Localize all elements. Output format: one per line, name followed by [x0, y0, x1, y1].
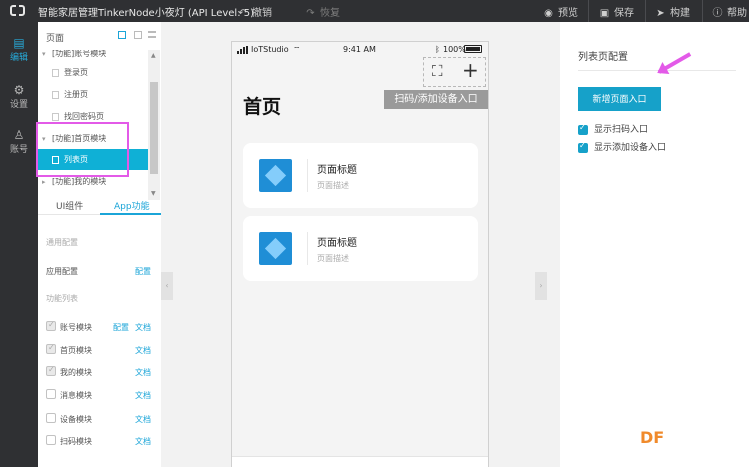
- undo-button[interactable]: ↶ 撤销: [237, 4, 272, 19]
- page-icon: [52, 68, 59, 77]
- features-heading: 功能列表: [46, 294, 78, 303]
- toolbar-divider: [645, 0, 646, 22]
- feature-docs-link[interactable]: 文档: [135, 436, 151, 447]
- add-page-entry-button[interactable]: 新增页面入口: [578, 87, 661, 111]
- feature-checkbox[interactable]: [46, 320, 56, 331]
- card-image-icon: [259, 159, 292, 192]
- selection-highlight: [36, 122, 129, 177]
- app-config-link[interactable]: 配置: [135, 266, 151, 277]
- wifi-icon: ⌔: [293, 45, 301, 54]
- show-add-device-checkbox[interactable]: [578, 141, 588, 153]
- collapse-right-button[interactable]: ›: [535, 272, 547, 300]
- phone-tab-bar: [232, 456, 488, 467]
- signal-icon: [237, 45, 249, 54]
- tab-app-functions[interactable]: App功能: [114, 199, 150, 212]
- redo-button[interactable]: ↷ 恢复: [305, 4, 340, 19]
- card-title: 页面标题: [317, 238, 357, 249]
- tab-ui-components[interactable]: UI组件: [56, 199, 83, 212]
- pages-panel-header: 页面: [38, 22, 161, 50]
- preview-button[interactable]: ◉ 预览: [543, 4, 578, 19]
- help-icon: ⓘ: [712, 8, 723, 19]
- card-image-icon: [259, 232, 292, 265]
- bluetooth-icon: ᛒ: [435, 45, 440, 54]
- tree-item-register[interactable]: 注册页: [38, 84, 148, 105]
- grid-view-icon[interactable]: [118, 31, 126, 39]
- phone-preview: IoTStudio ⌔ 9:41 AM ᛒ 100% ⛶ + 扫码/添加设备入口…: [231, 41, 489, 467]
- pages-panel: 页面 ▾ [功能]账号模块 登录页 注册页 找回密码页 ▾ [功能]首页模块 列表页…: [38, 22, 161, 467]
- clock-label: 9:41 AM: [343, 45, 376, 54]
- panel-tabs: UI组件 App功能: [38, 193, 161, 215]
- card-desc: 页面描述: [317, 254, 349, 263]
- feature-docs-link[interactable]: 文档: [135, 390, 151, 401]
- edit-icon: ▤: [13, 36, 25, 50]
- tree-item-login[interactable]: 登录页: [38, 62, 148, 83]
- list-page-config-panel: 列表页配置 新增页面入口 显示扫码入口 显示添加设备入口: [560, 22, 749, 467]
- feature-checkbox[interactable]: [46, 365, 56, 376]
- add-device-icon[interactable]: +: [462, 58, 479, 82]
- feature-docs-link[interactable]: 文档: [135, 345, 151, 356]
- scan-add-hint: 扫码/添加设备入口: [384, 90, 488, 109]
- save-button[interactable]: ▣ 保存: [599, 4, 634, 19]
- app-logo-icon: [10, 4, 25, 17]
- app-config-row: 应用配置 配置: [46, 266, 154, 277]
- feature-checkbox[interactable]: [46, 343, 56, 354]
- settings-icon: ⚙: [13, 83, 25, 97]
- pages-panel-title: 页面: [46, 34, 65, 44]
- account-icon: ♙: [13, 128, 25, 142]
- page-icon: [52, 112, 59, 121]
- help-button[interactable]: ⓘ 帮助: [712, 4, 748, 19]
- undo-icon: ↶: [238, 8, 247, 19]
- scroll-up-icon[interactable]: ▲: [151, 52, 156, 59]
- watermark-logo: DF: [640, 428, 665, 447]
- toolbar-divider: [588, 0, 589, 22]
- toolbar-divider: [702, 0, 703, 22]
- phone-status-bar: IoTStudio ⌔ 9:41 AM ᛒ 100%: [232, 42, 488, 58]
- feature-checkbox[interactable]: [46, 389, 56, 399]
- scrollbar-thumb[interactable]: [150, 82, 158, 174]
- collapse-left-button[interactable]: ‹: [161, 272, 173, 300]
- scan-icon[interactable]: ⛶: [432, 62, 443, 80]
- eye-icon: ◉: [544, 8, 553, 19]
- list-view-icon[interactable]: [148, 31, 156, 38]
- config-panel-title: 列表页配置: [578, 52, 628, 63]
- feature-config-link[interactable]: 配置: [113, 322, 129, 333]
- build-button[interactable]: ➤ 构建: [655, 4, 690, 19]
- list-card[interactable]: 页面标题 页面描述: [243, 143, 478, 208]
- tile-view-icon[interactable]: [134, 31, 142, 39]
- active-tab-indicator: [100, 213, 161, 215]
- page-title: 首页: [243, 96, 282, 118]
- feature-checkbox[interactable]: [46, 435, 56, 445]
- feature-docs-link[interactable]: 文档: [135, 414, 151, 425]
- app-title: 智能家居管理TinkerNode小夜灯 (API Level: 5): [38, 8, 255, 19]
- show-add-device-entry-option[interactable]: 显示添加设备入口: [578, 140, 666, 153]
- pages-scrollbar[interactable]: ▲ ▼: [148, 50, 160, 200]
- rail-item-edit[interactable]: ▤ 编辑: [0, 36, 38, 63]
- save-icon: ▣: [599, 8, 610, 19]
- app-config-label: 应用配置: [46, 267, 78, 276]
- page-icon: [52, 90, 59, 99]
- feature-docs-link[interactable]: 文档: [135, 322, 151, 333]
- show-scan-entry-option[interactable]: 显示扫码入口: [578, 122, 648, 135]
- redo-icon: ↷: [306, 8, 315, 19]
- card-desc: 页面描述: [317, 181, 349, 190]
- list-card[interactable]: 页面标题 页面描述: [243, 216, 478, 281]
- top-toolbar: 智能家居管理TinkerNode小夜灯 (API Level: 5) ↶ 撤销 ↷…: [0, 0, 749, 22]
- show-scan-entry-checkbox[interactable]: [578, 123, 588, 135]
- feature-docs-link[interactable]: 文档: [135, 367, 151, 378]
- feature-checkbox[interactable]: [46, 413, 56, 423]
- carrier-label: IoTStudio: [251, 45, 289, 54]
- rail-item-account[interactable]: ♙ 账号: [0, 128, 38, 155]
- card-divider: [307, 232, 308, 265]
- card-divider: [307, 159, 308, 192]
- battery-icon: [464, 45, 482, 53]
- card-title: 页面标题: [317, 165, 357, 176]
- send-icon: ➤: [656, 8, 665, 19]
- rail-item-settings[interactable]: ⚙ 设置: [0, 83, 38, 110]
- left-rail: ▤ 编辑 ⚙ 设置 ♙ 账号: [0, 22, 38, 467]
- battery-label: 100%: [443, 45, 466, 54]
- common-config-heading: 通用配置: [46, 238, 78, 247]
